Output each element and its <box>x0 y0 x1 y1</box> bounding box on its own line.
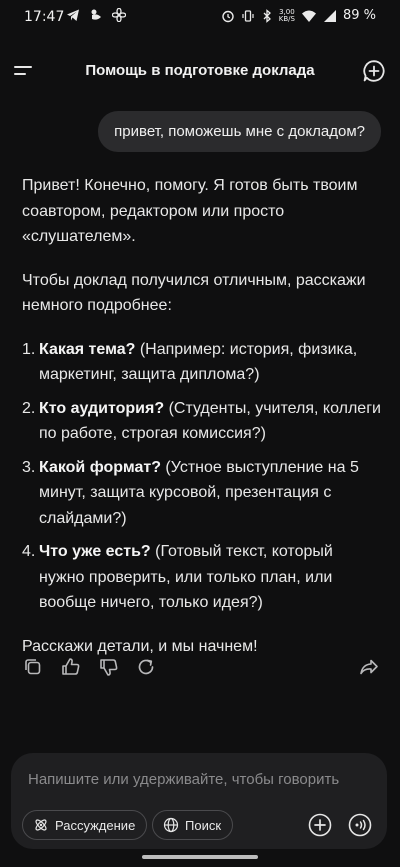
composer: Рассуждение Поиск <box>11 753 387 849</box>
question-list: 1. Какая тема? (Например: история, физика… <box>22 337 382 616</box>
message-actions <box>22 656 382 680</box>
status-time: 17:47 <box>24 9 65 25</box>
message-input[interactable] <box>26 766 370 792</box>
chat-title: Помощь в подготовке доклада <box>85 62 315 79</box>
globe-icon <box>163 817 179 833</box>
add-attachment-icon[interactable] <box>308 813 332 837</box>
battery-percent: 89 % <box>342 8 376 23</box>
status-bar: 17:47 3,00 KB/S 89 % <box>0 0 400 36</box>
list-item: 2. Кто аудитория? (Студенты, учителя, кол… <box>22 399 381 443</box>
new-chat-icon[interactable] <box>362 59 386 83</box>
telegram-icon <box>67 9 79 21</box>
fan-icon <box>112 8 126 22</box>
search-button[interactable]: Поиск <box>152 810 234 840</box>
thumbs-down-icon[interactable] <box>98 656 120 678</box>
home-indicator[interactable] <box>142 855 258 859</box>
regenerate-icon[interactable] <box>135 656 157 678</box>
reasoning-button[interactable]: Рассуждение <box>22 810 148 840</box>
thumbs-up-icon[interactable] <box>60 656 82 678</box>
list-item: 3. Какой формат? (Устное выступление на 5… <box>22 458 359 527</box>
alarm-icon <box>222 10 234 22</box>
reasoning-label: Рассуждение <box>55 817 136 833</box>
bluetooth-icon <box>263 8 271 23</box>
voice-mode-icon[interactable] <box>348 813 372 837</box>
signal-icon <box>323 9 336 22</box>
vibrate-icon <box>242 9 254 22</box>
net-speed-unit: KB/S <box>278 14 295 23</box>
share-icon[interactable] <box>358 656 380 678</box>
chat-header: Помощь в подготовке доклада <box>0 52 400 92</box>
user-message: привет, поможешь мне с докладом? <box>98 111 381 152</box>
list-item: 4. Что уже есть? (Готовый текст, который … <box>22 543 333 611</box>
assistant-message: Привет! Конечно, помогу. Я готов быть тв… <box>22 173 382 677</box>
swan-icon <box>91 9 101 20</box>
list-item: 1. Какая тема? (Например: история, физика… <box>22 340 358 384</box>
atom-icon <box>35 819 47 831</box>
copy-icon[interactable] <box>22 656 44 678</box>
search-label: Поиск <box>185 817 222 833</box>
assistant-intro: Привет! Конечно, помогу. Я готов быть тв… <box>22 177 358 245</box>
assistant-question: Чтобы доклад получился отличным, расскаж… <box>22 271 366 315</box>
wifi-icon <box>301 10 316 22</box>
